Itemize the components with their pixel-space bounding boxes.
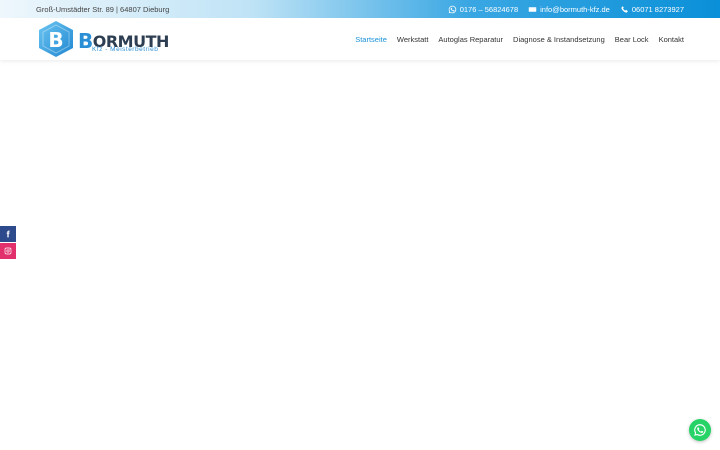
logo-tagline: Kfz - Meisterbetrieb [92,46,159,53]
address-text: Groß-Umstädter Str. 89 | 64807 Dieburg [36,4,170,14]
logo-hexagon-icon: B [39,21,73,57]
bormuth-logo[interactable]: B BORMUTH Kfz - Meisterbetrieb [36,19,176,59]
facebook-button[interactable] [0,226,16,242]
social-sidebar [0,226,16,260]
whatsapp-phone-text: 0176 – 56824678 [459,4,519,14]
contact-links: 0176 – 56824678 info@bormuth-kfz.de 0607… [448,5,684,14]
whatsapp-contact-link[interactable]: 0176 – 56824678 [448,5,518,14]
nav-item-autoglas-reparatur[interactable]: Autoglas Reparatur [438,35,503,44]
top-info-bar: Groß-Umstädter Str. 89 | 64807 Dieburg 0… [0,0,720,18]
nav-item-werkstatt[interactable]: Werkstatt [397,35,429,44]
phone-contact-link[interactable]: 06071 8273927 [620,5,684,14]
phone-icon [621,5,628,13]
email-text: info@bormuth-kfz.de [540,4,610,14]
facebook-icon [6,230,10,238]
phone-text: 06071 8273927 [631,4,684,14]
nav-item-diagnose-instandsetzung[interactable]: Diagnose & Instandsetzung [513,35,605,44]
nav-item-kontakt[interactable]: Kontakt [659,35,684,44]
nav-item-bear-lock[interactable]: Bear Lock [615,35,649,44]
main-navigation: Startseite Werkstatt Autoglas Reparatur … [355,35,684,44]
email-contact-link[interactable]: info@bormuth-kfz.de [528,5,610,14]
site-header: B BORMUTH Kfz - Meisterbetrieb Startseit… [0,18,720,60]
envelope-icon [528,6,537,12]
instagram-button[interactable] [0,243,16,259]
whatsapp-icon [694,424,706,436]
logo-wordmark-initial: B [78,29,93,53]
instagram-icon [4,247,12,255]
whatsapp-icon [448,5,456,13]
whatsapp-floating-button[interactable] [689,419,711,441]
svg-text:B: B [48,28,63,52]
nav-item-startseite[interactable]: Startseite [355,35,387,44]
